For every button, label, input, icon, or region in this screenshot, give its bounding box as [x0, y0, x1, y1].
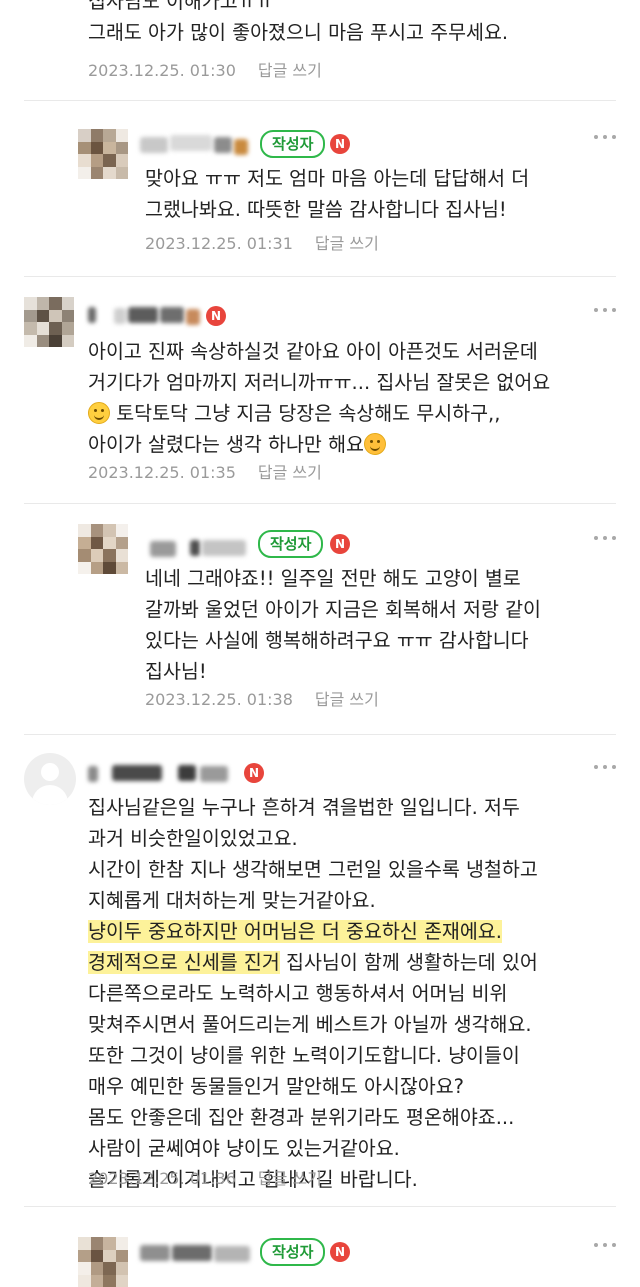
reply-comment-item: 작성자 N [0, 1207, 640, 1287]
highlighted-text: 경제적으로 신세를 진거 [88, 951, 280, 974]
comment-timestamp: 2023.12.25. 01:31 [145, 234, 293, 253]
comment-timestamp: 2023.12.25. 01:36 [88, 1169, 236, 1188]
reply-button[interactable]: 답글 쓰기 [315, 234, 379, 253]
comment-meta: 2023.12.25. 01:38 답글 쓰기 [145, 689, 379, 711]
new-badge: N [206, 306, 226, 326]
comment-item: N 집사님같은일 누구나 흔하겨 겪을법한 일입니다. 저두 과거 비슷한일이있… [0, 735, 640, 1205]
author-badge: 작성자 [260, 1238, 326, 1266]
smiling-emoji-icon [88, 402, 110, 424]
comment-text: 집사님같은일 누구나 흔하겨 겪을법한 일입니다. 저두 과거 비슷한일이있었고… [88, 796, 538, 1191]
comment-timestamp: 2023.12.25. 01:38 [145, 690, 293, 709]
more-options-icon[interactable] [594, 536, 616, 542]
new-badge: N [330, 134, 350, 154]
default-profile-avatar-icon[interactable] [24, 753, 76, 805]
avatar[interactable] [24, 297, 74, 347]
more-options-icon[interactable] [594, 1243, 616, 1249]
comment-item: N 아이고 진짜 속상하실것 같아요 아이 아픈것도 서러운데 거기다가 엄마까… [0, 277, 640, 503]
comment-timestamp: 2023.12.25. 01:30 [88, 61, 236, 80]
comment-item: 집사님도 이해가고ㅠㅠ 그래도 아가 많이 좋아졌으니 마음 푸시고 주무세요.… [0, 0, 640, 100]
reply-button[interactable]: 답글 쓰기 [258, 61, 322, 80]
new-badge: N [330, 534, 350, 554]
more-options-icon[interactable] [594, 135, 616, 141]
nickname-blurred[interactable] [140, 134, 250, 156]
blushing-emoji-icon [363, 433, 386, 455]
comment-text: 맞아요 ㅠㅠ 저도 엄마 마음 아는데 답답해서 더 그랬나봐요. 따뜻한 말씀… [145, 167, 530, 221]
nickname-blurred[interactable] [88, 763, 248, 785]
avatar[interactable] [78, 524, 128, 574]
reply-comment-item: 작성자 N 네네 그래야죠!! 일주일 전만 해도 고양이 별로 갈까봐 울었던… [0, 504, 640, 734]
comment-text: 집사님도 이해가고ㅠㅠ 그래도 아가 많이 좋아졌으니 마음 푸시고 주무세요. [88, 0, 509, 44]
more-options-icon[interactable] [594, 308, 616, 314]
comment-text: 아이고 진짜 속상하실것 같아요 아이 아픈것도 서러운데 거기다가 엄마까지 … [88, 340, 551, 456]
reply-comment-item: 작성자 N 맞아요 ㅠㅠ 저도 엄마 마음 아는데 답답해서 더 그랬나봐요. … [0, 101, 640, 276]
comment-meta: 2023.12.25. 01:36 답글 쓰기 [88, 1168, 322, 1190]
author-badge: 작성자 [258, 530, 324, 558]
new-badge: N [244, 763, 264, 783]
nickname-blurred[interactable] [88, 305, 203, 327]
comment-text: 네네 그래야죠!! 일주일 전만 해도 고양이 별로 갈까봐 울었던 아이가 지… [145, 567, 541, 683]
highlighted-text: 냥이두 중요하지만 어머님은 더 중요하신 존재에요. [88, 920, 502, 943]
comment-timestamp: 2023.12.25. 01:35 [88, 463, 236, 482]
reply-button[interactable]: 답글 쓰기 [258, 1169, 322, 1188]
nickname-blurred[interactable] [150, 538, 250, 560]
reply-button[interactable]: 답글 쓰기 [315, 690, 379, 709]
reply-button[interactable]: 답글 쓰기 [258, 463, 322, 482]
comment-meta: 2023.12.25. 01:30 답글 쓰기 [88, 60, 322, 82]
comment-meta: 2023.12.25. 01:35 답글 쓰기 [88, 462, 322, 484]
more-options-icon[interactable] [594, 765, 616, 771]
comment-meta: 2023.12.25. 01:31 답글 쓰기 [145, 233, 379, 255]
avatar[interactable] [78, 129, 128, 179]
new-badge: N [330, 1242, 350, 1262]
nickname-blurred[interactable] [140, 1243, 255, 1265]
author-badge: 작성자 [260, 130, 326, 158]
